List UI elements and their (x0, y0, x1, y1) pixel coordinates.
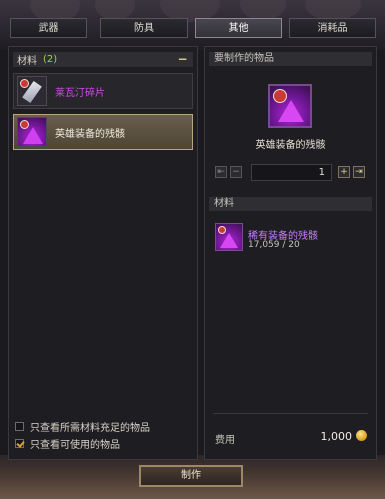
craft-detail-panel: 要制作的物品 英雄装备的残骸 ⇤ − 1 + ⇥ 材料 稀有装备的残骸 17,0… (204, 46, 377, 460)
sword-shard-icon (17, 76, 47, 106)
list-item-label: 英雄装备的残骸 (55, 128, 125, 140)
checkbox[interactable] (15, 421, 24, 431)
purple-remnant-icon (17, 117, 47, 147)
category-label: 材料 (17, 56, 37, 67)
category-tabs: 武器 防具 其他 消耗品 (10, 18, 376, 40)
gold-coin-icon (356, 430, 367, 441)
filter-usable-only[interactable]: 只查看可使用的物品 (15, 436, 120, 451)
list-item-hero-remnant[interactable]: 英雄装备的残骸 (13, 114, 193, 150)
tab-consumables[interactable]: 消耗品 (289, 18, 376, 38)
list-item-label: 莱瓦汀碎片 (55, 87, 105, 99)
qty-plus-button[interactable]: + (338, 166, 350, 178)
section-header-materials: 材料 (209, 197, 372, 211)
filter-sufficient-materials[interactable]: 只查看所需材料充足的物品 (15, 419, 150, 434)
recipe-list-panel: 材料 (2) − 莱瓦汀碎片 英雄装备的残骸 只查看所需材料充足的物品 只查看可… (8, 46, 198, 460)
collapse-button[interactable]: − (176, 53, 189, 66)
qty-minus-button[interactable]: − (230, 166, 242, 178)
divider (213, 413, 368, 414)
category-header-materials[interactable]: 材料 (2) − (13, 52, 193, 67)
filter-label: 只查看所需材料充足的物品 (30, 422, 150, 434)
filter-label: 只查看可使用的物品 (30, 439, 120, 451)
qty-min-button[interactable]: ⇤ (215, 166, 227, 178)
material-remnant-icon (215, 223, 243, 251)
category-count: (2) (43, 54, 58, 65)
checkbox[interactable] (15, 438, 24, 448)
tab-other[interactable]: 其他 (195, 18, 282, 38)
fee-value: 1,000 (320, 430, 353, 443)
fee-label: 费用 (215, 435, 235, 446)
target-item-icon (268, 84, 312, 128)
tab-armor[interactable]: 防具 (100, 18, 188, 38)
qty-max-button[interactable]: ⇥ (353, 166, 365, 178)
material-count: 17,059 / 20 (248, 240, 300, 250)
quantity-input[interactable]: 1 (251, 164, 332, 181)
list-item-laevateinn-shard[interactable]: 莱瓦汀碎片 (13, 73, 193, 109)
craft-button[interactable]: 制作 (139, 465, 243, 487)
target-item-name: 英雄装备的残骸 (255, 140, 326, 151)
quantity-stepper: ⇤ − 1 + ⇥ (215, 164, 367, 181)
section-header-target: 要制作的物品 (209, 52, 372, 66)
tab-weapons[interactable]: 武器 (10, 18, 87, 38)
